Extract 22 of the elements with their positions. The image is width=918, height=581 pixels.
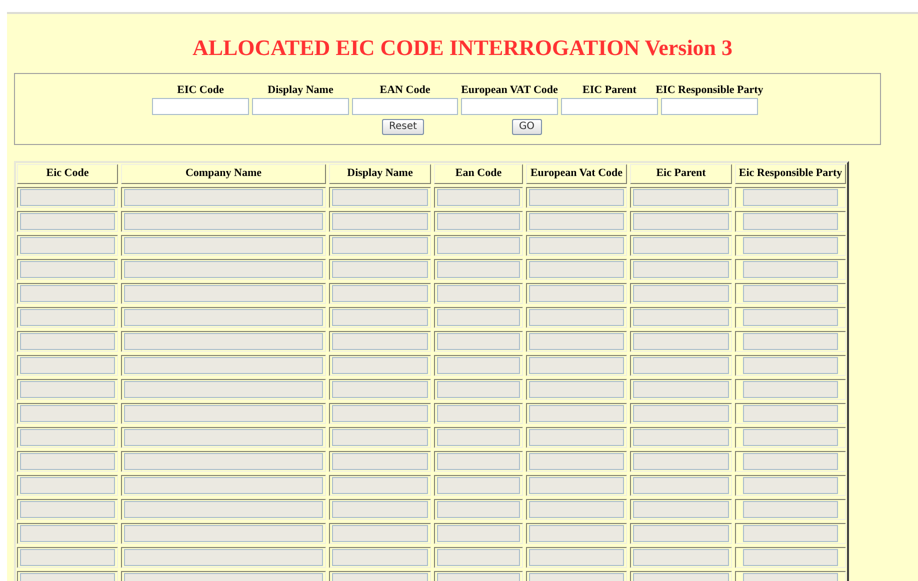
column-header: Ean Code (434, 164, 523, 184)
reset-button[interactable]: Reset (382, 118, 424, 134)
field-label: EIC Code (177, 82, 224, 96)
page-title: ALLOCATED EIC CODE INTERROGATION Version 3 (192, 34, 733, 62)
input-field[interactable] (352, 98, 458, 114)
field-label: EIC Parent (582, 82, 636, 96)
go-button[interactable]: GO (512, 118, 542, 134)
column-header: European Vat Code (526, 164, 627, 184)
field-label: EAN Code (380, 82, 430, 96)
field-label: Display Name (268, 82, 334, 96)
input-field[interactable] (561, 98, 658, 114)
input-field[interactable] (252, 98, 349, 114)
input-field[interactable] (661, 98, 758, 114)
column-header: Eic Responsible Party (735, 164, 846, 184)
column-header: Eic Code (17, 164, 118, 184)
field-label: European VAT Code (461, 82, 558, 96)
column-header: Display Name (329, 164, 431, 184)
column-header: Company Name (121, 164, 326, 184)
column-header: Eic Parent (630, 164, 732, 184)
input-field[interactable] (152, 98, 249, 114)
input-field[interactable] (461, 98, 558, 114)
field-label: EIC Responsible Party (656, 82, 764, 96)
